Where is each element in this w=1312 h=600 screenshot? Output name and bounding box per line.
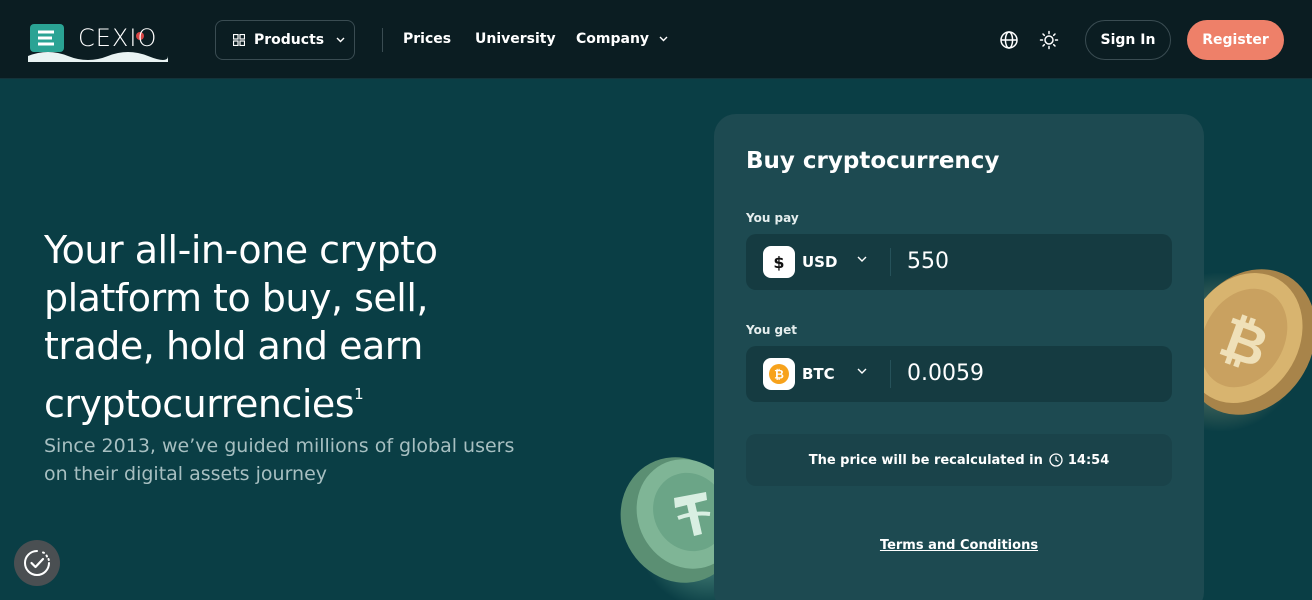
language-globe-icon[interactable] [999, 30, 1019, 50]
hero-subtitle: Since 2013, we’ve guided millions of glo… [44, 435, 515, 485]
top-navigation-bar: CEXIO Products Prices University Company [0, 0, 1312, 79]
get-currency-code: BTC [802, 365, 835, 383]
get-amount-input[interactable]: 0.0059 [907, 361, 984, 386]
theme-sun-icon[interactable] [1039, 30, 1059, 50]
svg-text:₿: ₿ [774, 368, 784, 382]
countdown-timer: 14:54 [1067, 452, 1110, 468]
grid-icon [233, 34, 245, 46]
pay-currency-code: USD [802, 253, 838, 271]
field-divider [890, 360, 891, 388]
recalc-text: The price will be recalculated in [808, 452, 1043, 468]
nav-link-prices[interactable]: Prices [403, 31, 451, 47]
privacy-consent-button[interactable] [14, 540, 60, 586]
hero-title-text: Your all-in-one crypto platform to buy, … [44, 228, 438, 426]
nav-link-company-label: Company [576, 31, 650, 47]
cexio-logo[interactable]: CEXIO [28, 18, 168, 62]
chevron-down-icon [336, 37, 345, 43]
chevron-down-icon [857, 256, 867, 262]
register-button[interactable]: Register [1187, 20, 1284, 60]
pay-amount-input[interactable]: 550 [907, 249, 949, 274]
products-menu-button[interactable]: Products [215, 20, 355, 60]
badge-check-icon [24, 550, 50, 576]
nav-divider [382, 28, 383, 52]
products-label: Products [254, 32, 325, 48]
you-get-label: You get [746, 323, 798, 337]
clock-icon [1049, 453, 1063, 467]
terms-and-conditions-link[interactable]: Terms and Conditions [714, 538, 1204, 553]
field-divider [890, 248, 891, 276]
buy-card-title: Buy cryptocurrency [746, 148, 1000, 174]
buy-crypto-card: Buy cryptocurrency You pay $ USD 550 You… [714, 114, 1204, 600]
you-get-field: ₿ BTC 0.0059 [746, 346, 1172, 402]
btc-bitcoin-icon: ₿ [763, 358, 795, 390]
hero-title-footnote: 1 [354, 385, 364, 403]
nav-link-university[interactable]: University [475, 31, 556, 47]
logo-text: CEXIO [78, 24, 158, 52]
sign-in-button[interactable]: Sign In [1085, 20, 1171, 60]
hero-title: Your all-in-one crypto platform to buy, … [44, 226, 544, 428]
you-pay-label: You pay [746, 211, 799, 225]
chevron-down-icon [659, 36, 668, 42]
chevron-down-icon [857, 368, 867, 374]
nav-link-company[interactable]: Company [576, 31, 668, 47]
price-recalculation-notice: The price will be recalculated in 14:54 [746, 434, 1172, 486]
you-pay-field: $ USD 550 [746, 234, 1172, 290]
usd-dollar-icon: $ [763, 246, 795, 278]
